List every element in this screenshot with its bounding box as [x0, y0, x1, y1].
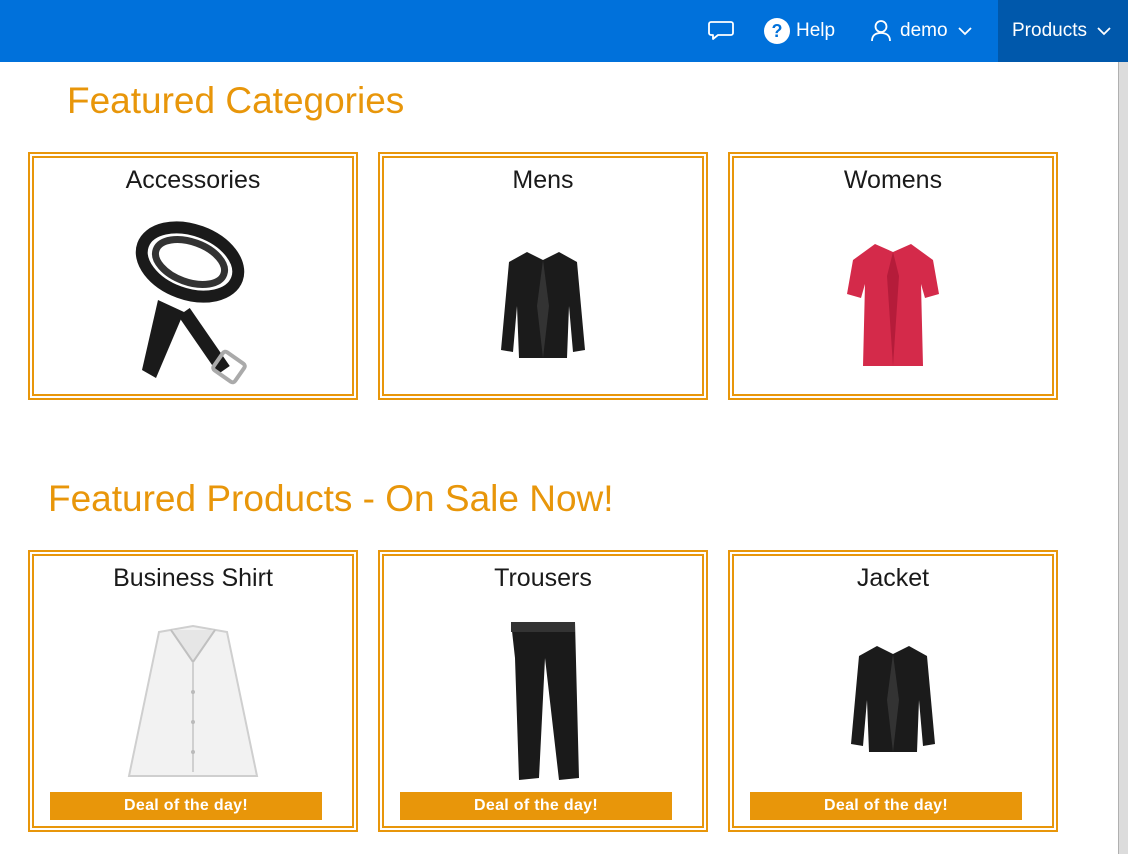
products-label: Products [1012, 20, 1087, 41]
product-card-jacket[interactable]: Jacket Deal of the day! [728, 550, 1058, 832]
chat-button[interactable] [704, 0, 738, 62]
chevron-down-icon [1097, 27, 1111, 36]
help-label: Help [796, 20, 836, 41]
product-card-business-shirt[interactable]: Business Shirt Deal of the day! [28, 550, 358, 832]
deal-badge: Deal of the day! [750, 792, 1022, 820]
category-card-mens[interactable]: Mens [378, 152, 708, 400]
black-jacket-image [501, 252, 585, 358]
scrollbar[interactable] [1118, 62, 1128, 854]
help-icon: ? [764, 18, 790, 44]
product-label: Trousers [494, 564, 592, 592]
red-blouse-image [847, 244, 939, 366]
product-label: Business Shirt [113, 564, 273, 592]
products-menu[interactable]: Products [998, 0, 1128, 62]
user-menu[interactable]: demo [870, 0, 972, 62]
category-label: Womens [843, 166, 943, 194]
chat-bubble-icon [708, 21, 734, 40]
category-card-accessories[interactable]: Accessories [28, 152, 358, 400]
featured-products-title: Featured Products - On Sale Now! [48, 478, 614, 519]
user-icon [871, 20, 891, 42]
deal-badge: Deal of the day! [400, 792, 672, 820]
white-shirt-image [127, 624, 259, 777]
deal-badge: Deal of the day! [50, 792, 322, 820]
chevron-down-icon [957, 27, 972, 36]
black-trousers-image [511, 622, 579, 780]
top-navigation-bar: ? Help demo Products [0, 0, 1128, 62]
product-label: Jacket [856, 564, 930, 592]
category-label: Mens [512, 166, 574, 194]
help-menu[interactable]: ? Help [764, 0, 835, 62]
belt-image [135, 221, 247, 385]
user-label: demo [900, 20, 948, 41]
category-label: Accessories [125, 166, 261, 194]
product-card-trousers[interactable]: Trousers Deal of the day! [378, 550, 708, 832]
featured-categories-title: Featured Categories [67, 80, 405, 121]
black-jacket-image [851, 646, 935, 752]
category-card-womens[interactable]: Womens [728, 152, 1058, 400]
